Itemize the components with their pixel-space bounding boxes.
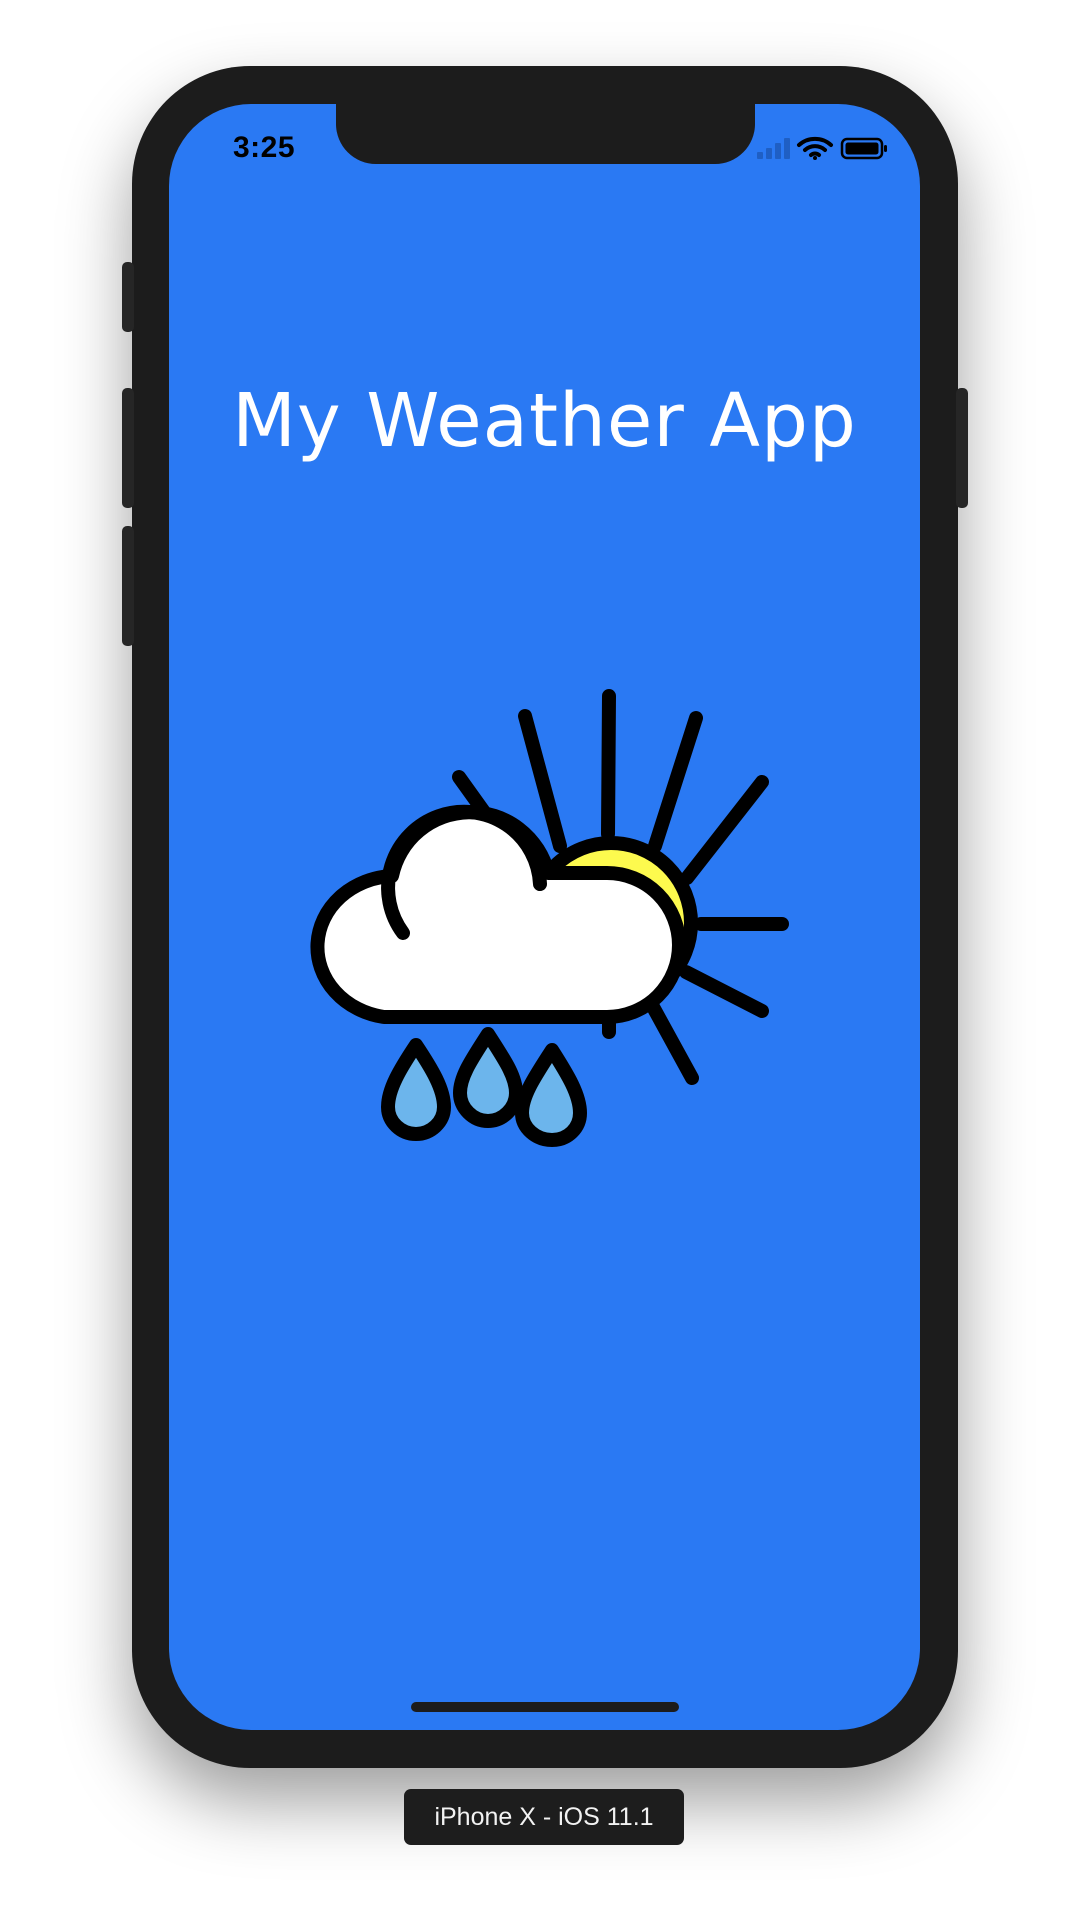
simulator-window: 3:25 My Weather App iPhone X - iOS 11.1 <box>0 0 1090 1928</box>
cellular-signal-icon <box>757 138 790 159</box>
app-title: My Weather App <box>232 378 857 464</box>
home-indicator[interactable] <box>411 1702 679 1712</box>
notch <box>336 104 755 164</box>
volume-down-button <box>122 526 134 646</box>
status-icons <box>757 136 887 160</box>
raindrop-right <box>515 1043 587 1147</box>
wifi-icon <box>797 136 833 160</box>
sun-cloud-rain-icon <box>310 689 789 1147</box>
device-label: iPhone X - iOS 11.1 <box>404 1789 684 1845</box>
power-button <box>956 388 968 508</box>
raindrop-left <box>381 1038 451 1141</box>
battery-icon <box>840 137 887 160</box>
volume-up-button <box>122 388 134 508</box>
status-time: 3:25 <box>233 131 296 164</box>
silent-switch <box>122 262 134 332</box>
raindrop-middle <box>453 1027 523 1128</box>
raindrops <box>381 1027 587 1147</box>
